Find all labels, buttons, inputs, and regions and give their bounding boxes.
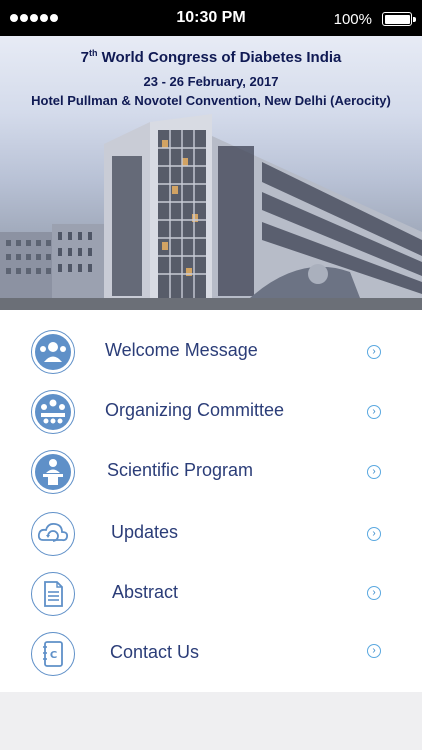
chevron-right-icon: › bbox=[367, 465, 381, 479]
conference-title: 7th World Congress of Diabetes India bbox=[80, 48, 342, 66]
menu-item-label: Contact Us bbox=[110, 642, 200, 662]
svg-text:C: C bbox=[50, 650, 57, 661]
main-menu: Welcome Message › Organizing Committee › bbox=[0, 310, 422, 692]
conference-venue: Hotel Pullman & Novotel Convention, New … bbox=[31, 93, 391, 108]
status-bar: 10:30 PM 100% bbox=[0, 0, 422, 36]
chevron-right-icon: › bbox=[367, 527, 381, 541]
menu-item-abstract[interactable]: Abstract › bbox=[0, 572, 422, 630]
user-group-icon bbox=[31, 330, 75, 374]
chevron-right-icon: › bbox=[367, 644, 381, 658]
committee-icon bbox=[31, 390, 75, 434]
cloud-sync-icon bbox=[31, 512, 75, 556]
document-icon bbox=[31, 572, 75, 616]
battery-icon bbox=[382, 12, 416, 26]
menu-item-organizing-committee[interactable]: Organizing Committee › bbox=[0, 390, 422, 448]
battery-percentage: 100% bbox=[333, 11, 372, 28]
contact-book-icon: C bbox=[31, 632, 75, 676]
menu-item-label: Scientific Program bbox=[107, 460, 254, 480]
conference-dates: 23 - 26 February, 2017 bbox=[143, 74, 279, 89]
menu-item-updates[interactable]: Updates › bbox=[0, 512, 422, 570]
menu-item-label: Welcome Message bbox=[105, 340, 258, 360]
menu-item-label: Updates bbox=[111, 522, 179, 542]
chevron-right-icon: › bbox=[367, 586, 381, 600]
hero-banner: 7th World Congress of Diabetes India 23 … bbox=[0, 36, 422, 310]
speaker-podium-icon bbox=[31, 450, 75, 494]
menu-item-scientific-program[interactable]: Scientific Program › bbox=[0, 450, 422, 508]
chevron-right-icon: › bbox=[367, 405, 381, 419]
chevron-right-icon: › bbox=[367, 345, 381, 359]
menu-item-contact-us[interactable]: C Contact Us › bbox=[0, 632, 422, 690]
menu-item-label: Organizing Committee bbox=[105, 400, 285, 420]
menu-item-welcome-message[interactable]: Welcome Message › bbox=[0, 330, 422, 388]
menu-item-label: Abstract bbox=[112, 582, 179, 602]
